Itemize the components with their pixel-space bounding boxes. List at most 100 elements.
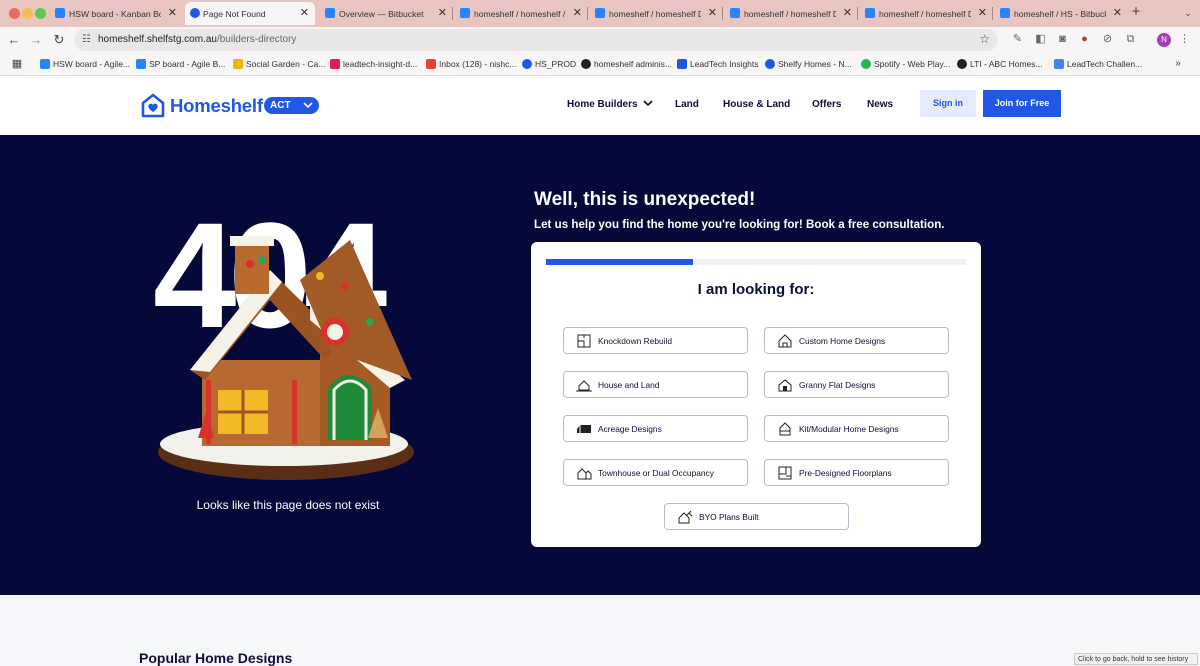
extensions-puzzle-icon[interactable]: ⧉ [1124,33,1137,46]
close-tab-icon[interactable]: ✕ [573,6,582,19]
close-tab-icon[interactable]: ✕ [1113,6,1122,19]
url-path: /builders-directory [216,34,297,45]
forward-button[interactable]: → [28,32,44,48]
close-window-button[interactable] [9,8,20,19]
gingerbread-house-illustration [158,236,414,480]
reload-button[interactable]: ↻ [51,32,67,48]
gmail-icon [426,59,436,69]
house-and-land-icon [576,380,592,392]
site-info-icon[interactable]: ☷ [82,34,91,45]
browser-menu-icon[interactable]: ⋮ [1178,33,1191,46]
back-button[interactable]: ← [6,32,22,48]
bookmark-item[interactable]: Shelfy Homes - N... [765,59,852,69]
extension-icon[interactable]: ◧ [1034,33,1047,46]
bitbucket-icon [730,8,740,18]
close-tab-icon[interactable]: ✕ [300,6,309,19]
hero-title: Well, this is unexpected! [534,189,756,210]
spotify-icon [861,59,871,69]
acreage-icon [577,425,591,433]
join-for-free-button[interactable]: Join for Free [983,90,1061,117]
option-pre-designed-floorplans[interactable]: Pre-Designed Floorplans [764,459,949,486]
option-byo-plans-built[interactable]: BYO Plans Built [664,503,849,530]
browser-tab[interactable]: homeshelf / homeshelf Dr ✕ [730,2,852,25]
bitbucket-icon [1000,8,1010,18]
knockdown-rebuild-icon [577,334,591,348]
popular-home-designs-heading: Popular Home Designs [139,650,293,666]
custom-home-icon [778,334,792,348]
apps-grid-icon[interactable]: ▦ [9,56,25,72]
option-house-and-land[interactable]: House and Land [563,371,748,398]
hero-subtitle: Let us help you find the home you're loo… [534,218,945,231]
option-granny-flat-designs[interactable]: Granny Flat Designs [764,371,949,398]
browser-tab-active[interactable]: Page Not Found ✕ [185,2,315,25]
maximize-window-button[interactable] [35,8,46,19]
browser-tab[interactable]: HSW board - Kanban Boa ✕ [55,2,177,25]
browser-tab[interactable]: Overview — Bitbucket ✕ [325,2,447,25]
compass-extension-icon[interactable]: ⊘ [1101,33,1114,46]
profile-avatar[interactable]: N [1157,33,1171,47]
browser-tab-strip: HSW board - Kanban Boa ✕ Page Not Found … [0,0,1200,27]
extension-icon[interactable]: ✎ [1011,33,1024,46]
jira-icon [136,59,146,69]
bookmark-item[interactable]: homeshelf adminis... [581,59,672,69]
bookmark-item[interactable]: HSW board - Agile... [40,59,130,69]
option-townhouse-dual-occupancy[interactable]: Townhouse or Dual Occupancy [563,459,748,486]
homeshelf-favicon-icon [190,8,200,18]
minimize-window-button[interactable] [22,8,33,19]
nav-house-and-land[interactable]: House & Land [723,99,790,110]
bitbucket-icon [865,8,875,18]
modular-home-icon [779,422,791,436]
shelfy-icon [765,59,775,69]
browser-tab[interactable]: homeshelf / homeshelf Dr ✕ [865,2,987,25]
bookmark-item[interactable]: LeadTech Challen... [1054,59,1142,69]
bookmark-item[interactable]: Inbox (128) - nishc... [426,59,516,69]
homeshelf-logo-icon[interactable] [140,93,166,119]
close-tab-icon[interactable]: ✕ [168,6,177,19]
page-not-found-message: Looks like this page does not exist [196,498,380,512]
byo-plans-icon [678,510,693,524]
browser-tab[interactable]: homeshelf / HS - Bitbuck ✕ [1000,2,1122,25]
option-custom-home-designs[interactable]: Custom Home Designs [764,327,949,354]
wizard-question: I am looking for: [697,281,815,298]
nav-offers[interactable]: Offers [812,99,841,110]
jira-icon [55,8,65,18]
bookmark-item[interactable]: LTI - ABC Homes... [957,59,1043,69]
close-tab-icon[interactable]: ✕ [978,6,987,19]
option-acreage-designs[interactable]: Acreage Designs [563,415,748,442]
homeshelf-favicon-icon [522,59,532,69]
nav-home-builders[interactable]: Home Builders [567,99,653,110]
browser-toolbar: ← → ↻ ☷ homeshelf.shelfstg.com.au/builde… [0,27,1200,53]
chevron-down-icon [303,97,313,120]
close-tab-icon[interactable]: ✕ [438,6,447,19]
docs-icon [1054,59,1064,69]
browser-tab[interactable]: homeshelf / homeshelf / F ✕ [460,2,582,25]
bookmark-item[interactable]: leadtech-insight-d... [330,59,417,69]
bookmark-item[interactable]: Social Garden - Ca... [233,59,325,69]
back-history-tooltip: Click to go back, hold to see history [1074,653,1198,665]
bookmark-item[interactable]: LeadTech Insights [677,59,759,69]
close-tab-icon[interactable]: ✕ [843,6,852,19]
bookmark-star-icon[interactable]: ☆ [979,32,990,46]
state-selector[interactable]: ACT [264,97,319,114]
bookmark-item[interactable]: Spotify - Web Play... [861,59,950,69]
browser-tab[interactable]: homeshelf / homeshelf Dr ✕ [595,2,717,25]
address-bar[interactable]: ☷ homeshelf.shelfstg.com.au/builders-dir… [74,29,998,51]
wizard-progress-bar [546,259,966,265]
camera-extension-icon[interactable]: ◙ [1056,33,1069,46]
bookmark-item[interactable]: HS_PROD [522,59,576,69]
bitbucket-icon [595,8,605,18]
bookmarks-bar: ▦ HSW board - Agile... SP board - Agile … [0,53,1200,76]
nav-news[interactable]: News [867,99,893,110]
townhouse-icon [577,468,592,480]
brand-name[interactable]: Homeshelf [170,95,263,117]
sign-in-button[interactable]: Sign in [920,90,976,117]
extension-icon[interactable]: ● [1078,33,1091,46]
new-tab-button[interactable]: + [1128,4,1144,20]
tab-search-chevron-icon[interactable]: ⌄ [1180,5,1196,21]
option-knockdown-rebuild[interactable]: Knockdown Rebuild [563,327,748,354]
more-bookmarks-chevron-icon[interactable]: » [1170,56,1186,72]
close-tab-icon[interactable]: ✕ [708,6,717,19]
option-kit-modular-home-designs[interactable]: Kit/Modular Home Designs [764,415,949,442]
bookmark-item[interactable]: SP board - Agile B... [136,59,225,69]
nav-land[interactable]: Land [675,99,699,110]
